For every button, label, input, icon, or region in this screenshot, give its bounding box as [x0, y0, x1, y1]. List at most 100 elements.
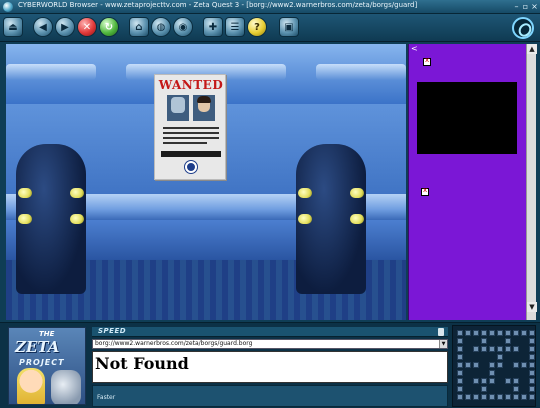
back-button[interactable]: ◀ [34, 18, 52, 36]
zeta-project-logo: THE ZETA PROJECT [8, 327, 86, 405]
minimap-cell [489, 378, 495, 384]
minimap-cell [529, 354, 535, 360]
forward-button[interactable]: ▶ [56, 18, 74, 36]
minimap-cell [529, 386, 535, 392]
poster-text-line [163, 127, 219, 129]
light-pod [350, 214, 364, 224]
minimap[interactable] [452, 325, 536, 407]
minimap-cell [481, 378, 487, 384]
minimap-cell [505, 394, 511, 400]
minimap-cell [489, 394, 495, 400]
poster-text-line [163, 142, 207, 144]
scroll-up-button[interactable]: ▲ [527, 44, 537, 54]
minimap-cell [529, 330, 535, 336]
character-zeta [51, 370, 81, 404]
status-pane: Faster [92, 385, 448, 407]
minimap-cell [465, 394, 471, 400]
minimap-cell [481, 394, 487, 400]
minimap-cell [457, 346, 463, 352]
minimap-cell [457, 354, 463, 360]
minimap-cell [473, 362, 479, 368]
minimap-cell [457, 378, 463, 384]
minimap-cell [489, 370, 495, 376]
stop-button[interactable]: ✕ [78, 18, 96, 36]
minimap-cell [473, 330, 479, 336]
app-icon[interactable] [3, 2, 13, 12]
minimap-cell [513, 362, 519, 368]
status-text: Faster [97, 394, 116, 401]
minimap-cell [529, 338, 535, 344]
exit-button[interactable]: ⏏ [4, 18, 22, 36]
minimap-cell [513, 394, 519, 400]
minimap-cell [457, 330, 463, 336]
minimap-cell [513, 378, 519, 384]
light-pod [298, 214, 312, 224]
mugshot-robot [167, 95, 189, 121]
document-heading: Not Found [95, 354, 189, 373]
window-title: CYBERWORLD Browser - www.zetaprojecttv.c… [18, 1, 418, 9]
speed-slider-knob[interactable] [438, 328, 444, 336]
logo-name: ZETA [15, 338, 60, 356]
zeta-logo-icon[interactable] [512, 17, 534, 39]
right-pillar [296, 144, 366, 294]
light-pod [70, 188, 84, 198]
minimap-cell [497, 362, 503, 368]
logo-project: PROJECT [19, 358, 65, 367]
speed-bar: SPEED [92, 327, 448, 337]
left-pillar [16, 144, 86, 294]
minimap-cell [521, 330, 527, 336]
refresh-button[interactable]: ↻ [100, 18, 118, 36]
minimap-cell [497, 354, 503, 360]
ceiling-beam [316, 64, 406, 80]
3d-viewport[interactable]: WANTED [6, 44, 406, 320]
minimap-cell [529, 394, 535, 400]
minimap-cell [505, 330, 511, 336]
minimap-cell [505, 346, 511, 352]
poster-black-bar [161, 151, 221, 157]
title-bar: CYBERWORLD Browser - www.zetaprojecttv.c… [0, 0, 540, 14]
minimap-cell [473, 378, 479, 384]
address-dropdown-button[interactable]: ▼ [439, 340, 447, 348]
minimap-cell [505, 338, 511, 344]
minimap-cell [529, 370, 535, 376]
bookmark-button[interactable]: ✚ [204, 18, 222, 36]
broken-image-icon [423, 56, 431, 66]
address-field[interactable]: borg://www2.warnerbros.com/zeta/borgs/gu… [92, 339, 448, 349]
speed-label: SPEED [98, 327, 127, 335]
minimap-cell [513, 386, 519, 392]
light-pod [18, 188, 32, 198]
light-pod [350, 188, 364, 198]
minimap-cell [497, 346, 503, 352]
minimap-cell [481, 338, 487, 344]
hair [197, 96, 211, 103]
home-button[interactable]: ⌂ [130, 18, 148, 36]
ceiling-beam [6, 64, 96, 80]
minimap-cell [465, 330, 471, 336]
minimap-cell [457, 386, 463, 392]
settings-button[interactable]: ▣ [280, 18, 298, 36]
logo-the: THE [39, 330, 55, 338]
bottom-panel: THE ZETA PROJECT SPEED borg://www2.warne… [0, 322, 540, 408]
minimap-cell [497, 394, 503, 400]
list-button[interactable]: ☰ [226, 18, 244, 36]
help-button[interactable]: ? [248, 18, 266, 36]
light-pod [18, 214, 32, 224]
broken-image-icon [421, 186, 429, 196]
document-pane: Not Found [92, 351, 448, 383]
close-button[interactable]: × [530, 2, 539, 11]
minimap-cell [457, 370, 463, 376]
vertical-scrollbar[interactable]: ▲ ▼ [526, 44, 537, 320]
minimap-cell [473, 394, 479, 400]
minimap-cell [497, 330, 503, 336]
wanted-poster[interactable]: WANTED [154, 74, 226, 180]
minimap-cell [529, 378, 535, 384]
address-text: borg://www2.warnerbros.com/zeta/borgs/gu… [95, 340, 253, 347]
minimize-button[interactable]: – [512, 2, 521, 11]
history-button[interactable]: ◉ [174, 18, 192, 36]
light-pod [298, 188, 312, 198]
scroll-down-button[interactable]: ▼ [527, 302, 537, 312]
globe-button[interactable]: ◍ [152, 18, 170, 36]
minimap-cell [465, 362, 471, 368]
seal-icon [185, 161, 197, 173]
restore-button[interactable]: ▫ [521, 2, 530, 11]
